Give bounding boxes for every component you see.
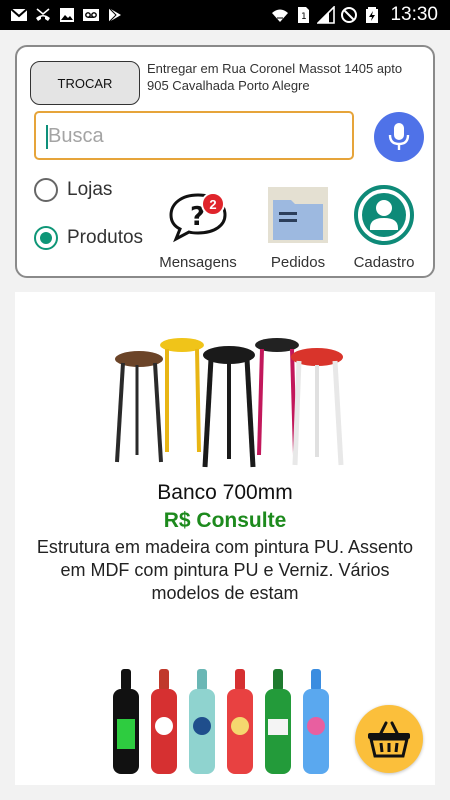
messages-button[interactable]: ? 2 Mensagens bbox=[153, 177, 243, 271]
svg-text:1: 1 bbox=[301, 12, 307, 22]
product-image-stools[interactable] bbox=[107, 337, 347, 472]
sim-icon: 1 bbox=[298, 7, 310, 23]
status-bar: 1 13:30 bbox=[0, 0, 450, 30]
product-image-bottle-covers[interactable] bbox=[107, 664, 347, 779]
voice-search-button[interactable] bbox=[374, 112, 424, 162]
status-time: 13:30 bbox=[390, 4, 438, 25]
microphone-icon bbox=[388, 123, 410, 150]
user-profile-icon bbox=[354, 184, 414, 245]
folder-icon bbox=[268, 186, 328, 243]
play-store-icon bbox=[108, 7, 121, 23]
search-type-produtos[interactable]: Produtos bbox=[34, 226, 143, 250]
battery-icon bbox=[366, 7, 379, 23]
signal-icon bbox=[317, 6, 336, 24]
orders-label: Pedidos bbox=[270, 254, 326, 271]
radio-lojas[interactable] bbox=[34, 178, 58, 202]
missed-call-icon bbox=[36, 8, 50, 21]
do-not-disturb-icon bbox=[341, 7, 358, 23]
search-type-lojas[interactable]: Lojas bbox=[34, 178, 112, 202]
basket-icon bbox=[368, 721, 410, 758]
profile-label: Cadastro bbox=[353, 254, 415, 271]
delivery-address: Entregar em Rua Coronel Massot 1405 apto… bbox=[147, 61, 403, 93]
image-icon bbox=[60, 8, 74, 22]
cart-button[interactable] bbox=[355, 705, 423, 773]
radio-label-produtos: Produtos bbox=[67, 227, 144, 248]
profile-button[interactable]: Cadastro bbox=[339, 177, 429, 271]
search-input[interactable] bbox=[48, 121, 338, 151]
product-price: R$ Consulte bbox=[163, 509, 287, 532]
messages-badge: 2 bbox=[201, 192, 225, 216]
gmail-icon bbox=[10, 8, 28, 21]
messages-label: Mensagens bbox=[159, 254, 237, 271]
header-panel: TROCAR Entregar em Rua Coronel Massot 14… bbox=[15, 45, 435, 278]
orders-button[interactable]: Pedidos bbox=[253, 177, 343, 271]
product-description: Estrutura em madeira com pintura PU. Ass… bbox=[36, 537, 414, 603]
wifi-icon bbox=[272, 9, 289, 22]
change-address-button[interactable]: TROCAR bbox=[30, 61, 140, 105]
search-field[interactable] bbox=[34, 111, 354, 160]
radio-label-lojas: Lojas bbox=[67, 179, 113, 200]
radio-produtos[interactable] bbox=[34, 226, 58, 250]
product-name: Banco 700mm bbox=[157, 481, 293, 504]
voicemail-icon bbox=[83, 9, 99, 21]
